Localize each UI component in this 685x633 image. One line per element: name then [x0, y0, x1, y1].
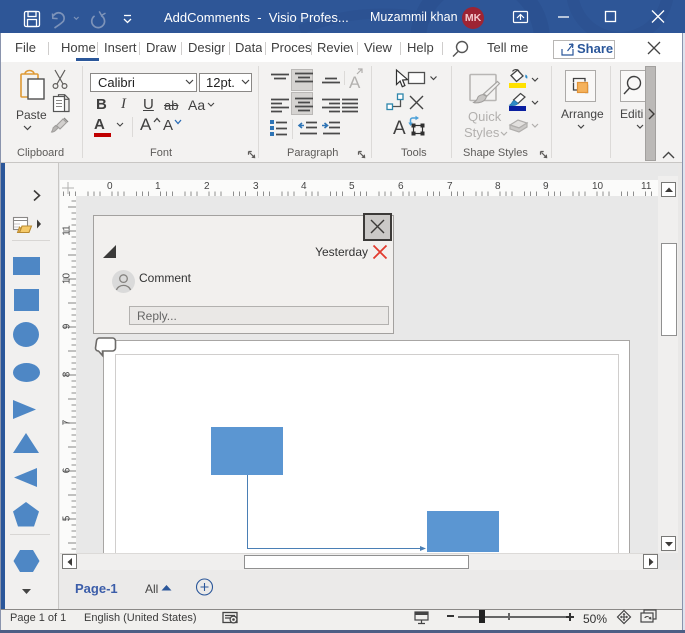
svg-text:A: A: [393, 118, 406, 139]
svg-text:A: A: [349, 73, 361, 92]
